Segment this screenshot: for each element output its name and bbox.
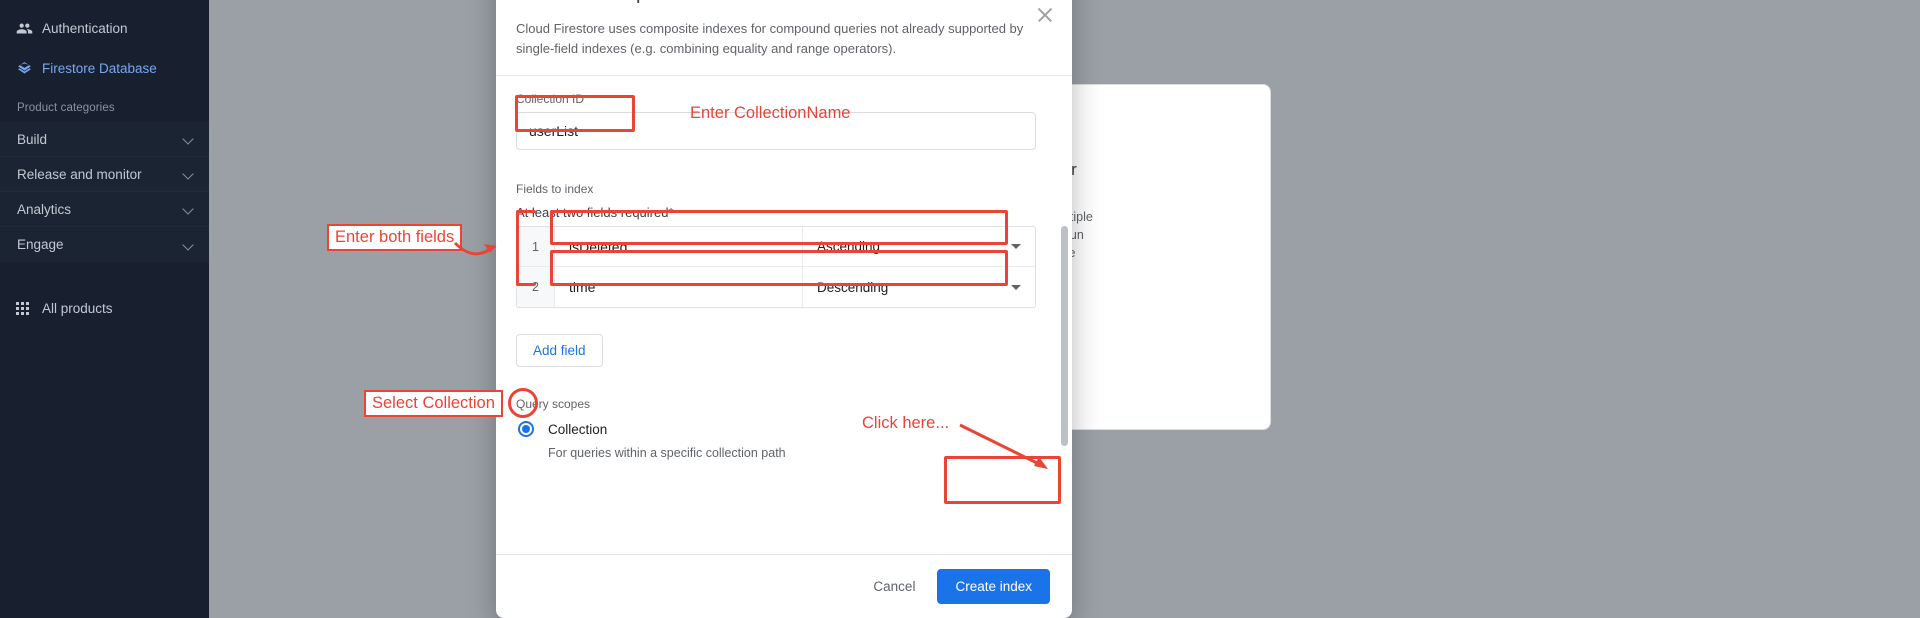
field-name-value: time [569, 279, 596, 295]
create-index-button[interactable]: Create index [937, 569, 1050, 604]
annotation-select-collection: Select Collection [364, 390, 503, 417]
sidebar-category-label: Engage [17, 237, 64, 252]
sidebar-category-label: Release and monitor [17, 166, 142, 182]
people-icon [16, 20, 42, 37]
sidebar-category-engage[interactable]: Engage [0, 227, 209, 262]
sidebar-item-label: All products [42, 300, 113, 316]
fields-to-index-section: Fields to index At least two fields requ… [516, 182, 1052, 220]
annotation-click-here: Click here... [862, 414, 950, 432]
dialog-description: Cloud Firestore uses composite indexes f… [516, 21, 1024, 56]
sidebar-item-firestore-database[interactable]: Firestore Database [0, 48, 209, 88]
query-scope-option-label: Collection [548, 421, 608, 437]
annotation-circle-radio [508, 388, 538, 418]
chevron-down-icon [183, 133, 195, 145]
fields-table: 1 isDeleted Ascending 2 time Descending [516, 226, 1036, 308]
dialog-scrollbar[interactable] [1061, 226, 1068, 446]
sidebar-category-build[interactable]: Build [0, 122, 209, 157]
radio-selected-icon[interactable] [518, 421, 534, 437]
field-order-value: Descending [817, 279, 889, 295]
caret-down-icon [1011, 244, 1021, 249]
sidebar-section-label: Product categories [17, 102, 115, 114]
field-order-select[interactable]: Ascending [803, 227, 1035, 266]
field-order-value: Ascending [817, 239, 881, 254]
query-scopes-section: Query scopes Collection For queries with… [516, 397, 1052, 460]
field-name-input[interactable]: time [555, 267, 803, 307]
caret-down-icon [1011, 284, 1021, 290]
table-row: 2 time Descending [517, 267, 1035, 307]
sidebar-item-label: Authentication [42, 20, 128, 36]
field-order-select[interactable]: Descending [803, 267, 1035, 307]
field-name-input[interactable]: isDeleted [555, 227, 803, 266]
query-scopes-label: Query scopes [516, 397, 591, 411]
grid-icon [16, 301, 42, 315]
field-row-number: 2 [517, 267, 555, 307]
dialog-body: Collection ID userList Fields to index A… [496, 75, 1072, 554]
create-composite-index-dialog: Create a composite index Cloud Firestore… [496, 0, 1072, 618]
chevron-down-icon [183, 168, 195, 180]
screen: Authentication Firestore Database Produc… [0, 0, 1920, 618]
field-row-number: 1 [517, 227, 555, 266]
close-icon[interactable] [1036, 6, 1054, 24]
cancel-button[interactable]: Cancel [861, 570, 927, 603]
sidebar-item-label: Firestore Database [42, 60, 157, 76]
sidebar-category-analytics[interactable]: Analytics [0, 192, 209, 227]
firestore-icon [16, 60, 42, 77]
field-name-value: isDeleted [569, 238, 628, 255]
sidebar-category-label: Analytics [17, 201, 72, 217]
dialog-title: Create a composite index [516, 0, 1048, 5]
annotation-enter-collection-name: Enter CollectionName [690, 104, 851, 122]
sidebar-category-label: Build [17, 131, 48, 147]
dialog-header: Create a composite index Cloud Firestore… [496, 0, 1072, 75]
annotation-enter-both-fields: Enter both fields [327, 224, 463, 251]
fields-to-index-label: Fields to index [516, 182, 594, 196]
query-scope-collection-option[interactable]: Collection [516, 421, 1052, 437]
query-scope-help-text: For queries within a specific collection… [548, 446, 786, 460]
sidebar: Authentication Firestore Database Produc… [0, 0, 209, 618]
sidebar-item-authentication[interactable]: Authentication [0, 8, 209, 48]
add-field-button[interactable]: Add field [516, 334, 603, 367]
table-row: 1 isDeleted Ascending [517, 227, 1035, 267]
sidebar-item-all-products[interactable]: All products [0, 288, 209, 328]
collection-id-value: userList [529, 123, 579, 139]
sidebar-category-group: Build Release and monitor Analytics Enga… [0, 122, 209, 262]
chevron-down-icon [183, 203, 195, 215]
dialog-footer: Cancel Create index [496, 554, 1072, 618]
fields-requirement-text: At least two fields required* [516, 205, 674, 220]
chevron-down-icon [183, 239, 195, 251]
sidebar-category-release-and-monitor[interactable]: Release and monitor [0, 157, 209, 192]
